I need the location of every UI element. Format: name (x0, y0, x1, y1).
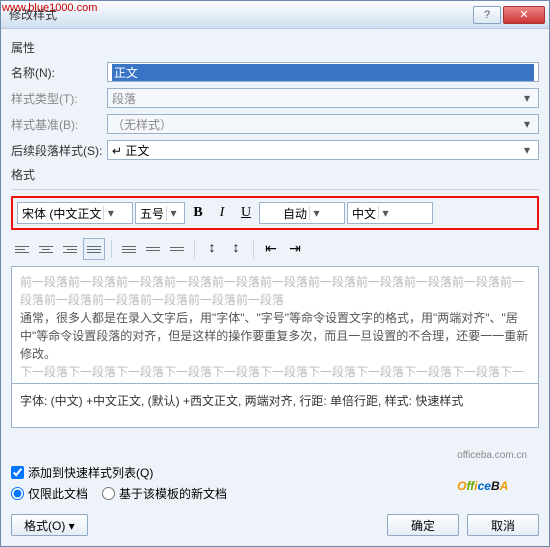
size-combo[interactable]: 五号▾ (135, 202, 185, 224)
paragraph-toolbar: ↕ ↕ ⇤ ⇥ (11, 238, 539, 260)
chevron-down-icon: ▾ (520, 143, 534, 157)
bold-button[interactable]: B (187, 202, 209, 224)
ok-button[interactable]: 确定 (387, 514, 459, 536)
spacing-15-button[interactable] (142, 238, 164, 260)
align-right-button[interactable] (59, 238, 81, 260)
space-before-inc-button[interactable]: ↕ (201, 238, 223, 260)
preview-pane: 前一段落前一段落前一段落前一段落前一段落前一段落前一段落前一段落前一段落前一段落… (11, 266, 539, 384)
chevron-down-icon: ▾ (309, 206, 323, 220)
officeba-logo: officeba.com.cn OfficeBA (457, 450, 527, 498)
spacing-1-button[interactable] (118, 238, 140, 260)
color-combo[interactable]: 自动▾ (259, 202, 345, 224)
only-doc-radio[interactable]: 仅限此文档 (11, 485, 88, 502)
chevron-down-icon: ▾ (166, 206, 180, 220)
chevron-down-icon: ▾ (520, 91, 534, 105)
separator (111, 240, 112, 258)
row-base: 样式基准(B): （无样式）▾ (11, 114, 539, 134)
italic-button[interactable]: I (211, 202, 233, 224)
add-quick-input[interactable] (11, 466, 24, 479)
type-combo: 段落▾ (107, 88, 539, 108)
chevron-down-icon: ▾ (378, 206, 392, 220)
underline-button[interactable]: U (235, 202, 257, 224)
row-name: 名称(N): 正文 (11, 62, 539, 82)
watermark-url: www.blue1000.com (2, 2, 97, 14)
modify-style-dialog: 修改样式 ? ✕ 属性 名称(N): 正文 样式类型(T): 段落▾ 样式基准(… (0, 0, 550, 547)
lang-combo[interactable]: 中文▾ (347, 202, 433, 224)
font-combo[interactable]: 宋体 (中文正文▾ (17, 202, 133, 224)
align-justify-button[interactable] (83, 238, 105, 260)
logo-url: officeba.com.cn (457, 450, 527, 461)
label-base: 样式基准(B): (11, 116, 107, 133)
align-left-button[interactable] (11, 238, 33, 260)
only-doc-input[interactable] (11, 487, 24, 500)
format-menu-button[interactable]: 格式(O) ▾ (11, 514, 88, 536)
space-before-dec-button[interactable]: ↕ (225, 238, 247, 260)
separator (194, 240, 195, 258)
section-format: 格式 (11, 166, 539, 183)
spacing-2-button[interactable] (166, 238, 188, 260)
close-button[interactable]: ✕ (503, 6, 545, 24)
row-follow: 后续段落样式(S): ↵ 正文▾ (11, 140, 539, 160)
follow-combo[interactable]: ↵ 正文▾ (107, 140, 539, 160)
cancel-button[interactable]: 取消 (467, 514, 539, 536)
label-name: 名称(N): (11, 64, 107, 81)
divider (11, 189, 539, 190)
name-input[interactable]: 正文 (107, 62, 539, 82)
indent-inc-button[interactable]: ⇥ (284, 238, 306, 260)
preview-grey-before: 前一段落前一段落前一段落前一段落前一段落前一段落前一段落前一段落前一段落前一段落… (20, 273, 530, 309)
chevron-down-icon: ▾ (520, 117, 534, 131)
chevron-down-icon: ▾ (103, 206, 117, 220)
dialog-content: 属性 名称(N): 正文 样式类型(T): 段落▾ 样式基准(B): （无样式）… (1, 29, 549, 546)
row-type: 样式类型(T): 段落▾ (11, 88, 539, 108)
label-follow: 后续段落样式(S): (11, 142, 107, 159)
button-row: 格式(O) ▾ 确定 取消 (11, 514, 539, 536)
label-type: 样式类型(T): (11, 90, 107, 107)
base-combo: （无样式）▾ (107, 114, 539, 134)
preview-grey-after: 下一段落下一段落下一段落下一段落下一段落下一段落下一段落下一段落下一段落下一段落… (20, 363, 530, 384)
template-input[interactable] (102, 487, 115, 500)
preview-body: 通常，很多人都是在录入文字后，用"字体"、"字号"等命令设置文字的格式，用"两端… (20, 309, 530, 363)
section-properties: 属性 (11, 39, 539, 56)
separator (253, 240, 254, 258)
help-button[interactable]: ? (473, 6, 501, 24)
template-radio[interactable]: 基于该模板的新文档 (102, 485, 227, 502)
indent-dec-button[interactable]: ⇤ (260, 238, 282, 260)
align-center-button[interactable] (35, 238, 57, 260)
style-description: 字体: (中文) +中文正文, (默认) +西文正文, 两端对齐, 行距: 单倍… (11, 384, 539, 428)
format-toolbar-highlighted: 宋体 (中文正文▾ 五号▾ B I U 自动▾ 中文▾ (11, 196, 539, 230)
